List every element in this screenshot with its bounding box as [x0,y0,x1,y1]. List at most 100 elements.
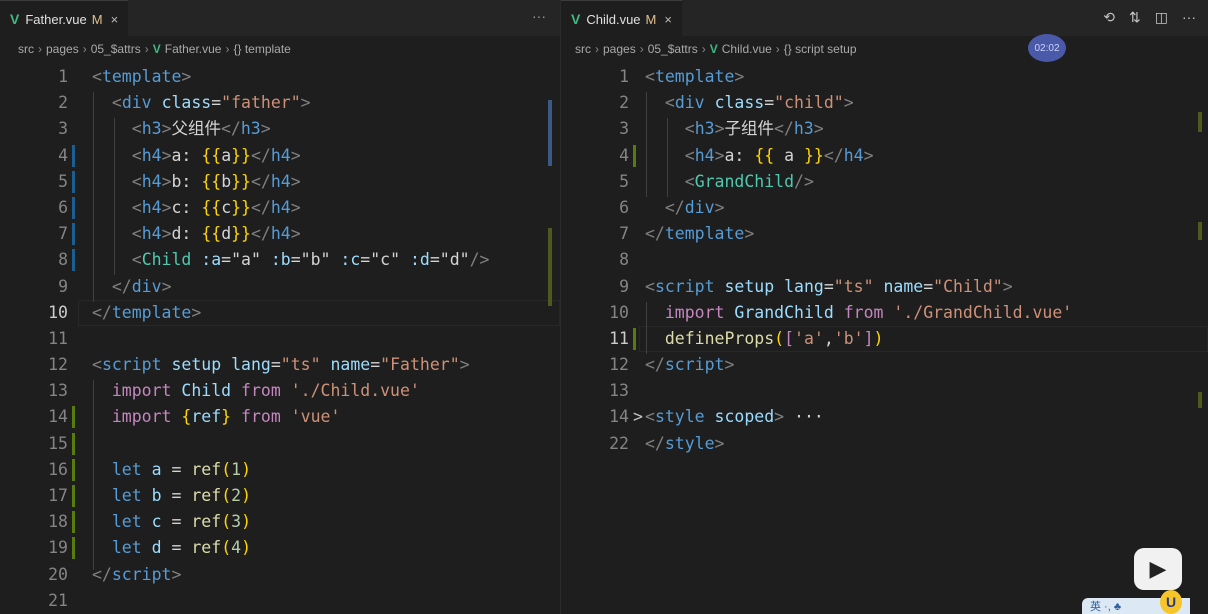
code-line[interactable]: 4 <h4>a: {{ a }}</h4> [561,143,1208,169]
code-token: > [734,67,745,86]
compare-changes-icon[interactable]: ⇅ [1129,9,1141,26]
breadcrumb-item[interactable]: 05_$attrs [91,42,141,56]
breadcrumb-item[interactable]: pages [46,42,79,56]
code-line[interactable]: 21 [0,588,560,614]
code-text: </script> [92,562,181,588]
code-token: name [330,355,371,375]
more-actions-icon[interactable]: ··· [1182,9,1196,26]
code-token: < [111,93,122,113]
close-icon[interactable]: × [111,12,119,27]
code-text: defineProps(['a','b']) [645,326,884,352]
code-line[interactable]: 6 </div> [561,195,1208,221]
code-line[interactable]: 11 [0,326,560,352]
code-line[interactable]: 8 <Child :a="a" :b="b" :c="c" :d="d"/> [0,247,560,273]
code-token: = [161,459,192,479]
code-line[interactable]: 6 <h4>c: {{c}}</h4> [0,195,560,221]
breadcrumb-item[interactable]: 05_$attrs [648,42,698,56]
line-number: 17 [48,486,68,505]
code-token: style [664,433,715,453]
breadcrumb-item[interactable]: Child.vue [722,42,772,56]
tab-father-vue[interactable]: V Father.vue M × [0,0,129,37]
line-number: 6 [619,197,629,217]
breadcrumb-item[interactable]: src [18,42,34,56]
code-line[interactable]: 15 [0,431,560,457]
split-editor-icon[interactable]: ◫ [1155,9,1168,26]
code-line[interactable]: 12 </script> [561,352,1208,378]
code-token: > [290,171,301,191]
code-line[interactable]: 9 <script setup lang="ts" name="Child"> [561,274,1208,300]
code-line[interactable]: 2 <div class="child"> [561,90,1208,116]
breadcrumb-item[interactable]: {} script setup [784,42,857,56]
code-token: {{ [201,145,222,165]
timeline-icon[interactable]: ⟲ [1103,9,1115,26]
code-token: import [111,407,172,427]
code-editor[interactable]: 1 <template> 2 <div class="child"> 3 <h3>子组… [561,64,1208,457]
breadcrumb-item[interactable]: {} template [233,42,290,56]
code-line[interactable]: 12 <script setup lang="ts" name="Father"> [0,352,560,378]
code-line[interactable]: 22 </style> [561,431,1208,457]
code-line[interactable]: 7 </template> [561,221,1208,247]
code-token: template [111,302,192,322]
code-line[interactable]: 17 let b = ref(2) [0,483,560,509]
code-token: > [300,93,311,113]
code-line[interactable]: 13 [561,378,1208,404]
line-number: 12 [609,355,629,375]
more-actions-icon[interactable]: ··· [532,8,546,24]
tab-child-vue[interactable]: V Child.vue M × [561,0,682,37]
code-line[interactable]: 19 let d = ref(4) [0,535,560,561]
code-token: setup [724,276,775,296]
fold-chevron-icon[interactable]: > [633,404,643,430]
code-line[interactable]: 20 </script> [0,562,560,588]
git-change-marker [633,144,636,167]
code-line[interactable]: 16 let a = ref(1) [0,457,560,483]
code-line[interactable]: 3 <h3>子组件</h3> [561,116,1208,142]
code-line[interactable]: 10 import GrandChild from './GrandChild.… [561,300,1208,326]
breadcrumb-item[interactable]: pages [603,42,636,56]
code-text: <h4>b: {{b}}</h4> [92,169,301,195]
code-line[interactable]: 9 </div> [0,274,560,300]
code-token: template [101,67,182,86]
code-line[interactable]: 10 </template> [0,299,560,326]
video-play-icon[interactable]: ▶ [1134,548,1182,590]
code-token: }} [231,145,251,165]
code-line[interactable]: 1 <template> [0,64,560,90]
code-token: h4 [270,145,291,165]
breadcrumb-item[interactable]: src [575,42,591,56]
code-token: /> [794,171,814,191]
code-line[interactable]: 13 import Child from './Child.vue' [0,378,560,404]
code-token: </ [221,119,241,139]
code-line[interactable]: 5 <h4>b: {{b}}</h4> [0,169,560,195]
code-line[interactable]: 8 [561,247,1208,273]
code-line[interactable]: 1 <template> [561,64,1208,90]
code-line[interactable]: 11 defineProps(['a','b']) [561,325,1208,353]
breadcrumb-item[interactable]: Father.vue [165,42,222,56]
code-line[interactable]: 3 <h3>父组件</h3> [0,116,560,142]
line-number: 14 [48,407,68,427]
indent-guide [646,302,647,354]
git-change-marker [72,511,75,534]
code-text: <h4>a: {{ a }}</h4> [645,143,874,169]
code-line[interactable]: 14 import {ref} from 'vue' [0,404,560,430]
code-line[interactable]: 4 <h4>a: {{a}}</h4> [0,143,560,169]
code-text: <div class="father"> [92,90,311,116]
code-token: = [823,276,834,296]
close-icon[interactable]: × [664,12,672,27]
code-line[interactable]: 5 <GrandChild/> [561,169,1208,195]
line-number: 8 [58,250,68,270]
code-editor[interactable]: 1 <template> 2 <div class="father"> 3 <h3>父… [0,64,560,614]
code-token: a: [171,145,202,165]
code-token: lang [784,276,824,296]
code-token: < [684,171,695,191]
code-line[interactable]: 14 > <style scoped> ··· [561,404,1208,430]
code-line[interactable]: 7 <h4>d: {{d}}</h4> [0,221,560,247]
code-text: </div> [92,274,172,300]
code-line[interactable]: 2 <div class="father"> [0,90,560,116]
code-line[interactable]: 18 let c = ref(3) [0,509,560,535]
code-token: defineProps [664,328,775,348]
code-token: </ [111,276,132,296]
